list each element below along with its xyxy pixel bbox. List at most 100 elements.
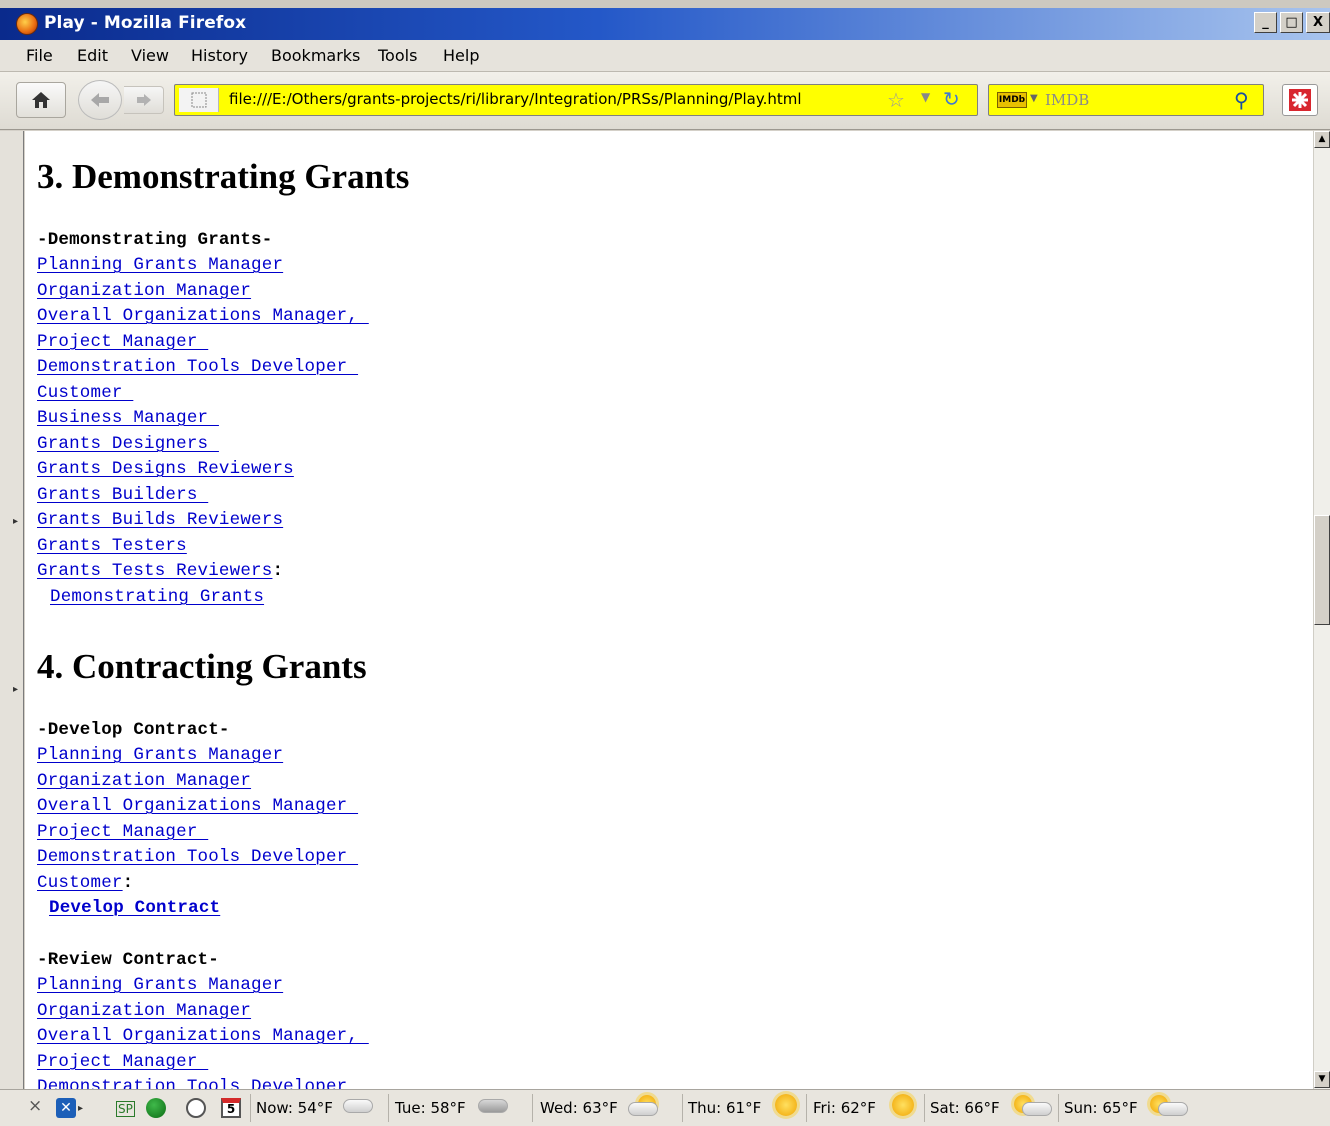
section-heading-4: 4. Contracting Grants bbox=[37, 647, 367, 686]
calendar-icon[interactable]: 5 bbox=[221, 1098, 241, 1118]
role-link[interactable]: Overall Organizations Manager bbox=[37, 796, 358, 816]
action-link[interactable]: Develop Contract bbox=[49, 898, 220, 918]
separator bbox=[1058, 1094, 1059, 1122]
maximize-button[interactable]: □ bbox=[1280, 12, 1303, 33]
partly-sunny-icon bbox=[628, 1102, 658, 1116]
weather-now[interactable]: Now: 54°F bbox=[256, 1099, 333, 1117]
role-link[interactable]: Grants Designers bbox=[37, 434, 219, 454]
role-link[interactable]: Grants Builds Reviewers bbox=[37, 510, 283, 530]
role-link[interactable]: Business Manager bbox=[37, 408, 219, 428]
window-titlebar[interactable]: Play - Mozilla Firefox _ □ X bbox=[0, 0, 1330, 40]
weather-thu[interactable]: Thu: 61°F bbox=[688, 1099, 761, 1117]
separator bbox=[682, 1094, 683, 1122]
weather-sun[interactable]: Sun: 65°F bbox=[1064, 1099, 1138, 1117]
navigation-toolbar: file:///E:/Others/grants-projects/ri/lib… bbox=[0, 72, 1330, 130]
role-link[interactable]: Planning Grants Manager bbox=[37, 745, 283, 765]
scroll-down-icon[interactable]: ▼ bbox=[1314, 1071, 1330, 1088]
minimize-button[interactable]: _ bbox=[1254, 12, 1277, 33]
partly-sunny-icon bbox=[1022, 1102, 1052, 1116]
bookmark-star-icon[interactable]: ☆ bbox=[887, 89, 905, 111]
menu-edit[interactable]: Edit bbox=[77, 46, 108, 65]
scroll-up-icon[interactable]: ▲ bbox=[1314, 131, 1330, 148]
separator bbox=[806, 1094, 807, 1122]
search-bar[interactable]: IMDb ▼ IMDB ⚲ bbox=[988, 84, 1264, 116]
sidebar-splitter[interactable]: ▸ ▸ bbox=[0, 131, 24, 1089]
role-link[interactable]: Organization Manager bbox=[37, 281, 251, 301]
role-link[interactable]: Overall Organizations Manager, bbox=[37, 306, 369, 326]
sun-icon bbox=[892, 1094, 914, 1116]
menu-bookmarks[interactable]: Bookmarks bbox=[271, 46, 360, 65]
weather-tue[interactable]: Tue: 58°F bbox=[395, 1099, 466, 1117]
block-label: -Demonstrating Grants- bbox=[37, 230, 273, 250]
role-link[interactable]: Customer bbox=[37, 873, 123, 893]
role-link[interactable]: Organization Manager bbox=[37, 771, 251, 791]
separator bbox=[924, 1094, 925, 1122]
section-heading-3: 3. Demonstrating Grants bbox=[37, 157, 410, 196]
menu-history[interactable]: History bbox=[191, 46, 248, 65]
weather-wed[interactable]: Wed: 63°F bbox=[540, 1099, 618, 1117]
rain-cloud-icon bbox=[478, 1099, 508, 1113]
block-label: -Review Contract- bbox=[37, 950, 219, 970]
menu-bar: File Edit View History Bookmarks Tools H… bbox=[0, 40, 1330, 72]
weather-fri[interactable]: Fri: 62°F bbox=[813, 1099, 876, 1117]
puzzle-addon-icon bbox=[1289, 89, 1311, 111]
separator bbox=[250, 1094, 251, 1122]
role-link[interactable]: Overall Organizations Manager, bbox=[37, 1026, 369, 1046]
home-button[interactable] bbox=[16, 82, 66, 118]
extension-icon[interactable]: ✕ bbox=[56, 1098, 76, 1118]
expand-arrow-icon[interactable]: ▸ bbox=[13, 516, 18, 527]
sp-icon[interactable]: SP bbox=[116, 1101, 135, 1117]
close-addon-bar-button[interactable]: × bbox=[28, 1096, 42, 1116]
role-link[interactable]: Grants Tests Reviewers bbox=[37, 561, 272, 581]
green-globe-icon[interactable] bbox=[146, 1098, 166, 1118]
search-input[interactable]: IMDB bbox=[1045, 91, 1089, 109]
close-window-button[interactable]: X bbox=[1306, 12, 1330, 33]
partly-sunny-icon bbox=[1158, 1102, 1188, 1116]
engine-dropdown-icon[interactable]: ▼ bbox=[1030, 93, 1038, 104]
expand-arrow-icon[interactable]: ▸ bbox=[13, 684, 18, 695]
menu-view[interactable]: View bbox=[131, 46, 169, 65]
role-link[interactable]: Project Manager bbox=[37, 822, 208, 842]
role-link[interactable]: Grants Testers bbox=[37, 536, 187, 556]
separator bbox=[388, 1094, 389, 1122]
site-identity-button[interactable] bbox=[179, 88, 219, 112]
role-link[interactable]: Demonstration Tools Developer bbox=[37, 1077, 347, 1089]
role-link[interactable]: Demonstration Tools Developer bbox=[37, 847, 358, 867]
action-link[interactable]: Demonstrating Grants bbox=[50, 587, 264, 607]
clock-icon[interactable] bbox=[186, 1098, 206, 1118]
search-icon[interactable]: ⚲ bbox=[1234, 88, 1249, 112]
role-link[interactable]: Project Manager bbox=[37, 332, 208, 352]
url-bar[interactable]: file:///E:/Others/grants-projects/ri/lib… bbox=[174, 84, 978, 116]
separator bbox=[532, 1094, 533, 1122]
role-link[interactable]: Customer bbox=[37, 383, 133, 403]
imdb-engine-icon[interactable]: IMDb bbox=[997, 92, 1027, 108]
extension-arrow-icon[interactable]: ▸ bbox=[78, 1103, 83, 1114]
role-link[interactable]: Grants Builders bbox=[37, 485, 208, 505]
weather-sat[interactable]: Sat: 66°F bbox=[930, 1099, 1000, 1117]
menu-tools[interactable]: Tools bbox=[378, 46, 417, 65]
role-link[interactable]: Grants Designs Reviewers bbox=[37, 459, 294, 479]
block-label: -Develop Contract- bbox=[37, 720, 230, 740]
role-link[interactable]: Project Manager bbox=[37, 1052, 208, 1072]
menu-help[interactable]: Help bbox=[443, 46, 479, 65]
window-title: Play - Mozilla Firefox bbox=[44, 13, 247, 33]
vertical-scrollbar[interactable]: ▲ ▼ bbox=[1313, 131, 1330, 1089]
status-bar: × ✕ ▸ SP 5 Now: 54°F Tue: 58°F Wed: 63°F… bbox=[0, 1089, 1330, 1126]
page-content: 3. Demonstrating Grants -Demonstrating G… bbox=[25, 131, 1313, 1089]
addon-button[interactable] bbox=[1282, 84, 1318, 116]
reload-icon[interactable]: ↻ bbox=[943, 87, 960, 111]
back-button[interactable] bbox=[78, 80, 122, 120]
menu-file[interactable]: File bbox=[26, 46, 53, 65]
colon: : bbox=[272, 561, 284, 581]
forward-button[interactable] bbox=[124, 86, 164, 114]
role-link[interactable]: Organization Manager bbox=[37, 1001, 251, 1021]
role-link[interactable]: Planning Grants Manager bbox=[37, 975, 283, 995]
page-icon bbox=[191, 92, 206, 108]
firefox-logo-icon bbox=[16, 13, 38, 35]
url-text[interactable]: file:///E:/Others/grants-projects/ri/lib… bbox=[229, 90, 802, 108]
role-link[interactable]: Planning Grants Manager bbox=[37, 255, 283, 275]
colon: : bbox=[122, 873, 134, 893]
scroll-thumb[interactable] bbox=[1314, 515, 1330, 625]
url-history-dropdown-icon[interactable]: ▼ bbox=[921, 90, 930, 104]
role-link[interactable]: Demonstration Tools Developer bbox=[37, 357, 358, 377]
